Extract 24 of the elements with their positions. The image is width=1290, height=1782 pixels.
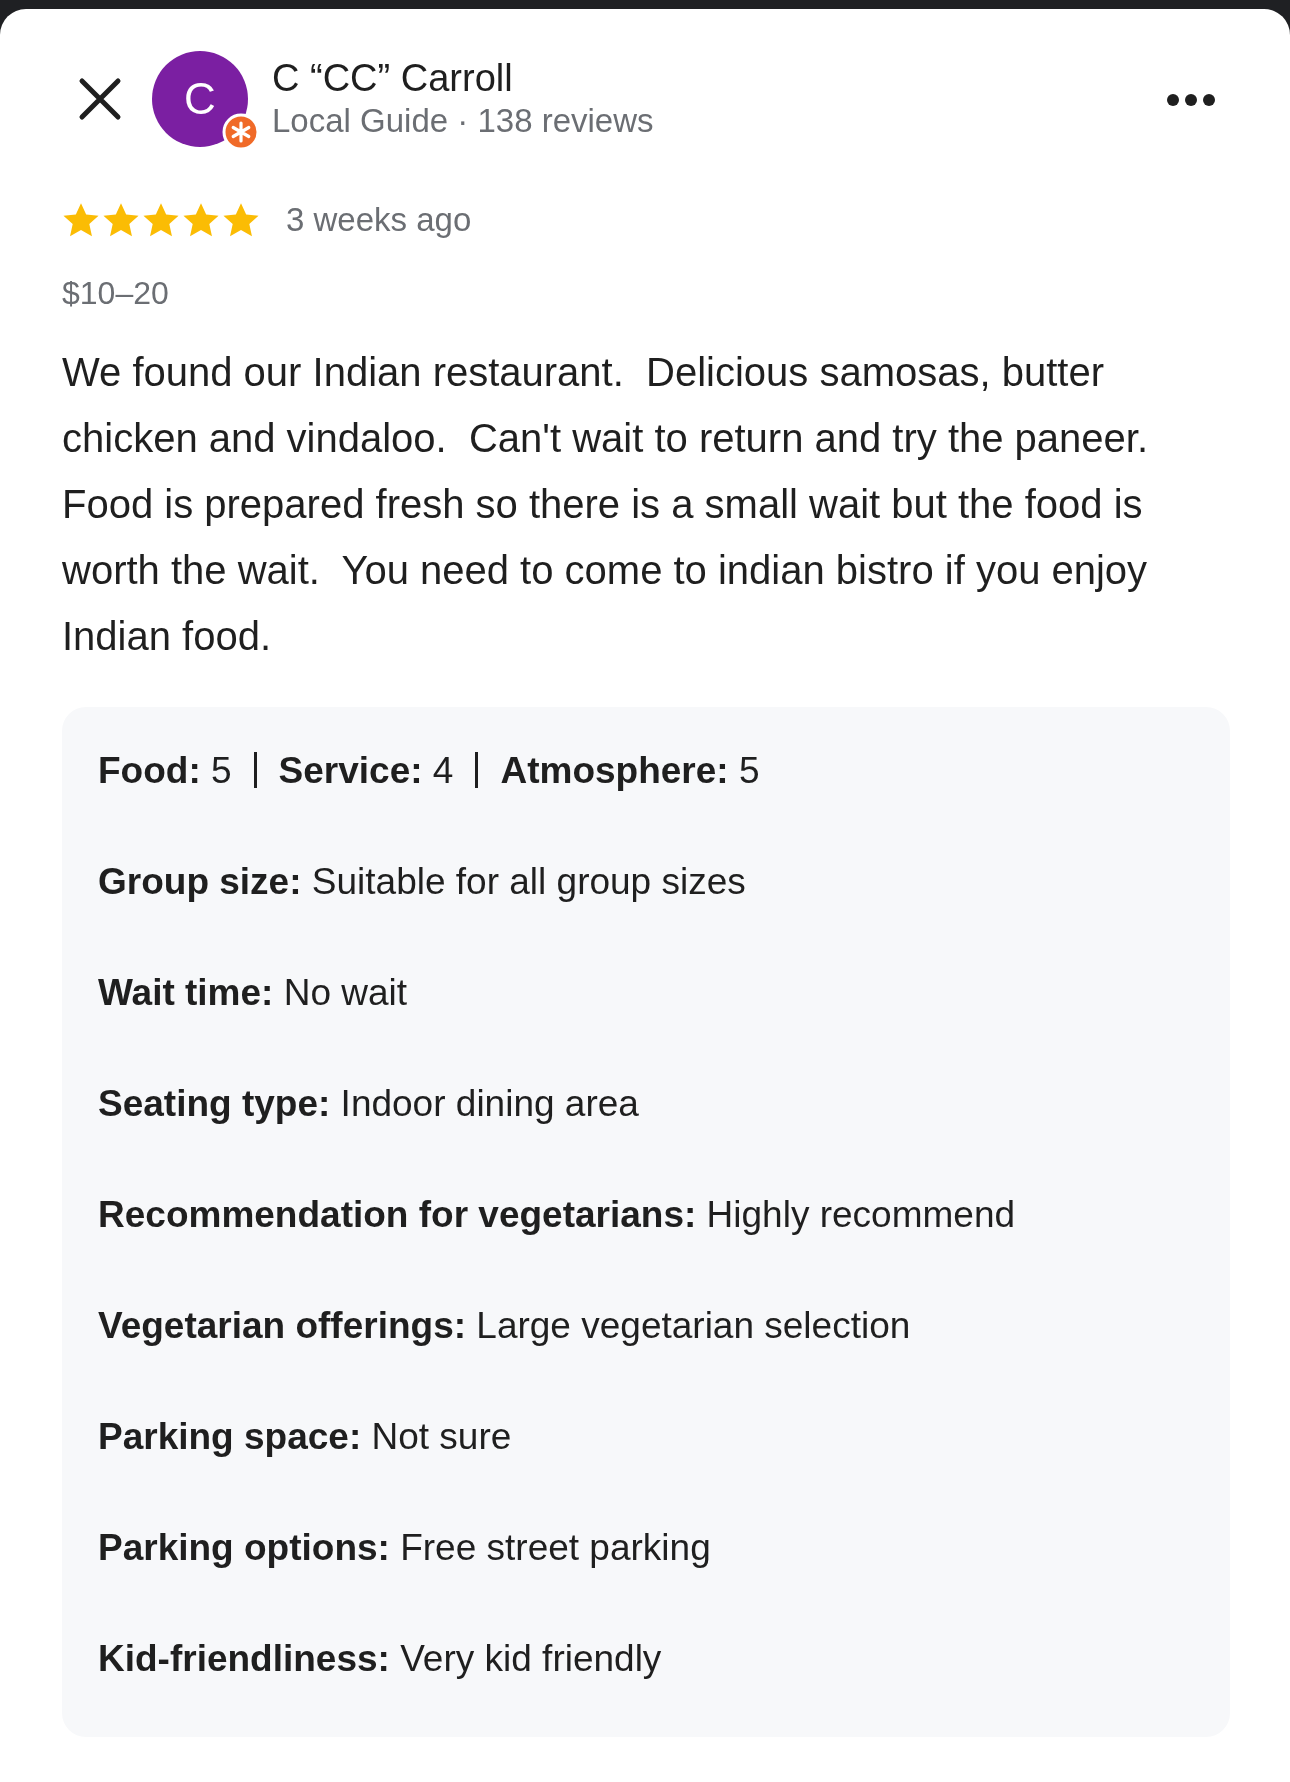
- avatar-initial: C: [184, 73, 216, 125]
- reviewer-subtitle: Local Guide · 138 reviews: [272, 101, 655, 141]
- star-icon: [62, 201, 100, 238]
- attribute-text: Parking options: Free street parking: [98, 1526, 711, 1568]
- price-range: $10–20: [62, 273, 170, 313]
- attribute-text: Parking space: Not sure: [98, 1415, 512, 1457]
- star-icon: [222, 201, 260, 238]
- review-text: We found our Indian restaurant. Delicious samosas, butter chicken and vindaloo. Can't wait to return and try the paneer. Food is prepared fresh so there is a small wait but the food is worth the wait. You need to come to indian bistro if you enjoy Indian food.: [62, 348, 1150, 660]
- star-icon: [182, 201, 220, 238]
- attribute-text: Group size: Suitable for all group sizes: [98, 860, 746, 902]
- more-icon: [1166, 92, 1216, 107]
- review-time: 3 weeks ago: [286, 200, 472, 240]
- attribute-text: Seating type: Indoor dining area: [98, 1082, 639, 1124]
- rating-text: Food: 5: [98, 749, 232, 791]
- close-icon: [78, 77, 122, 121]
- rating-text: Service: 4: [278, 749, 454, 791]
- attribute-text: Vegetarian offerings: Large vegetarian selection: [98, 1304, 911, 1346]
- star-icon: [102, 201, 140, 238]
- reviewer-name: C “CC” Carroll: [272, 57, 514, 102]
- rating-text: Atmosphere: 5: [500, 749, 760, 791]
- attribute-text: Recommendation for vegetarians: Highly recommend: [98, 1193, 1016, 1235]
- attribute-text: Wait time: No wait: [98, 971, 408, 1013]
- star-icon: [142, 201, 180, 238]
- attribute-text: Kid-friendliness: Very kid friendly: [98, 1637, 662, 1679]
